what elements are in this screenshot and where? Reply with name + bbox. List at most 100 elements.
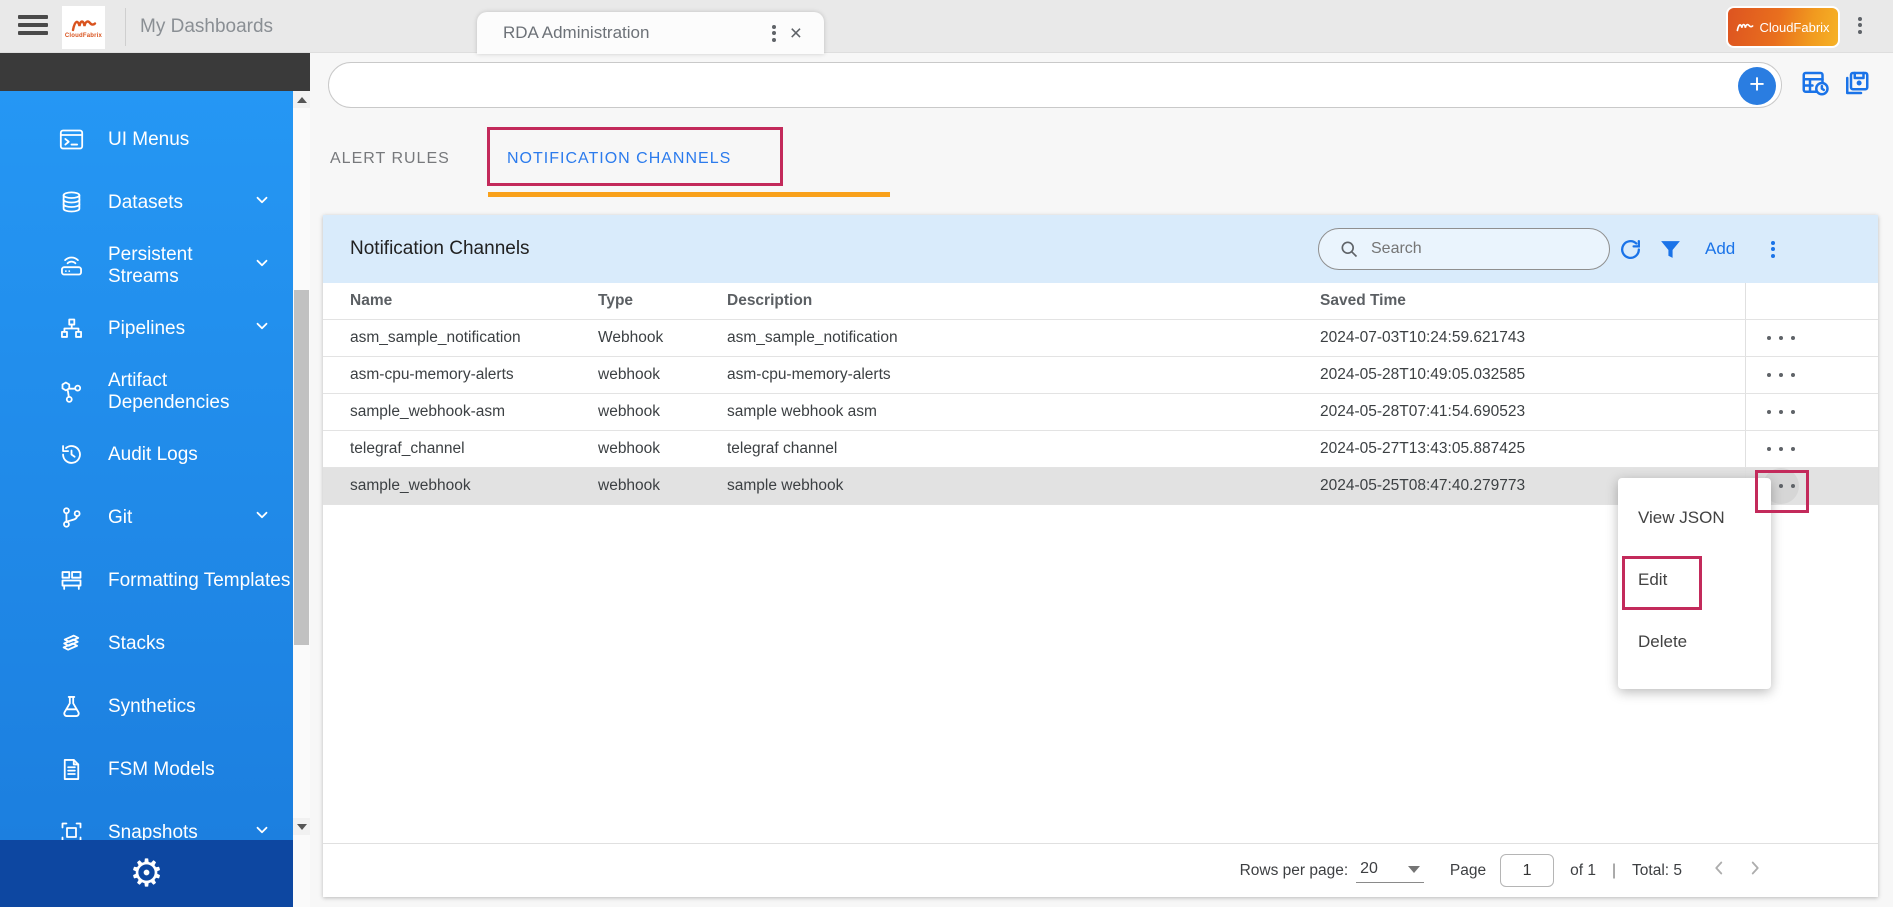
sidebar-footer: ⚙ <box>0 840 293 907</box>
menu-item-edit[interactable]: Edit <box>1618 549 1771 611</box>
chevron-down-icon[interactable] <box>253 821 271 840</box>
next-page-icon[interactable] <box>1744 857 1766 884</box>
column-header-name[interactable]: Name <box>323 292 598 310</box>
sidebar-item-persistent-streams[interactable]: Persistent Streams <box>0 234 293 297</box>
menu-item-view-json[interactable]: View JSON <box>1618 487 1771 549</box>
dashboard-search-bar[interactable]: + <box>328 62 1782 108</box>
panel-header: Notification Channels Add <box>323 215 1878 283</box>
table-row[interactable]: telegraf_channel webhook telegraf channe… <box>323 431 1878 468</box>
refresh-icon[interactable] <box>1618 237 1644 263</box>
sidebar-item-artifact-dependencies[interactable]: Artifact Dependencies <box>0 360 293 423</box>
page-of-label: of 1 <box>1570 862 1596 880</box>
cell-description: asm-cpu-memory-alerts <box>727 366 1320 384</box>
cell-saved-time: 2024-05-27T13:43:05.887425 <box>1320 440 1745 458</box>
row-actions-kebab-icon[interactable] <box>1763 431 1799 467</box>
sidebar-scrollbar[interactable] <box>293 91 310 907</box>
filter-icon[interactable] <box>1658 237 1684 263</box>
my-dashboards-label[interactable]: My Dashboards <box>140 0 273 53</box>
panel-search-input[interactable] <box>1371 240 1591 258</box>
tab-notification-channels[interactable]: NOTIFICATION CHANNELS <box>507 141 731 177</box>
dashboard-search-input[interactable] <box>353 65 1703 105</box>
table-row[interactable]: asm_sample_notification Webhook asm_samp… <box>323 320 1878 357</box>
row-actions-kebab-icon[interactable] <box>1763 394 1799 430</box>
sidebar-item-ui-menus[interactable]: UI Menus <box>0 108 293 171</box>
sidebar-item-audit-logs[interactable]: Audit Logs <box>0 423 293 486</box>
cloudfabrix-brand-glyph <box>1736 21 1754 33</box>
router-icon <box>58 252 85 279</box>
topbar-kebab-icon[interactable] <box>1858 14 1862 36</box>
cell-type: webhook <box>598 477 727 495</box>
cell-description: sample webhook <box>727 477 1320 495</box>
row-actions-kebab-icon[interactable] <box>1763 357 1799 393</box>
document-icon <box>58 756 85 783</box>
chevron-down-icon[interactable] <box>253 191 271 214</box>
sidebar-item-label: Stacks <box>108 633 293 655</box>
chevron-down-icon[interactable] <box>253 506 271 529</box>
page-label: Page <box>1450 862 1486 880</box>
sidebar-item-label: Datasets <box>108 192 253 214</box>
cell-saved-time: 2024-05-28T07:41:54.690523 <box>1320 403 1745 421</box>
cell-name: asm_sample_notification <box>323 329 598 347</box>
rows-per-page-select[interactable]: 20 <box>1356 858 1424 883</box>
previous-page-icon[interactable] <box>1708 857 1730 884</box>
git-branch-icon <box>58 504 85 531</box>
cell-description: asm_sample_notification <box>727 329 1320 347</box>
table-header-row: Name Type Description Saved Time <box>323 283 1878 320</box>
column-header-description[interactable]: Description <box>727 292 1320 310</box>
column-header-type[interactable]: Type <box>598 292 727 310</box>
rows-per-page-value: 20 <box>1360 860 1378 878</box>
sidebar-item-label: Snapshots <box>108 822 253 841</box>
dropdown-caret-icon <box>1408 866 1420 873</box>
scroll-up-icon[interactable] <box>293 91 310 108</box>
sidebar-item-formatting-templates[interactable]: Formatting Templates <box>0 549 293 612</box>
sidebar-item-pipelines[interactable]: Pipelines <box>0 297 293 360</box>
tab-close-icon[interactable]: × <box>790 23 802 44</box>
hamburger-menu-icon[interactable] <box>18 15 48 37</box>
database-icon <box>58 189 85 216</box>
top-bar: CloudFabrix My Dashboards RDA Administra… <box>0 0 1893 53</box>
scrollbar-thumb[interactable] <box>294 290 309 645</box>
menu-item-delete[interactable]: Delete <box>1618 611 1771 673</box>
chevron-down-icon[interactable] <box>253 317 271 340</box>
sidebar-item-label: UI Menus <box>108 129 293 151</box>
tab-alert-rules[interactable]: ALERT RULES <box>330 141 450 177</box>
sidebar-item-datasets[interactable]: Datasets <box>0 171 293 234</box>
topbar-divider <box>125 8 126 46</box>
cloudfabrix-brand-button[interactable]: CloudFabrix <box>1728 8 1838 46</box>
tab-options-kebab-icon[interactable] <box>772 22 776 44</box>
layers-icon <box>58 630 85 657</box>
cloudfabrix-logo[interactable]: CloudFabrix <box>62 6 105 49</box>
sidebar-item-label: Formatting Templates <box>108 570 293 592</box>
save-copy-icon[interactable] <box>1841 68 1871 98</box>
sidebar-item-label: Artifact Dependencies <box>108 370 293 414</box>
sidebar-item-snapshots[interactable]: Snapshots <box>0 801 293 840</box>
table-clock-icon[interactable] <box>1800 68 1830 98</box>
cell-name: asm-cpu-memory-alerts <box>323 366 598 384</box>
row-context-menu: View JSON Edit Delete <box>1618 478 1771 689</box>
column-header-saved-time[interactable]: Saved Time <box>1320 292 1745 310</box>
scroll-down-icon[interactable] <box>293 818 310 835</box>
cell-name: sample_webhook <box>323 477 598 495</box>
gear-icon[interactable]: ⚙ <box>129 855 163 893</box>
pipeline-nodes-icon <box>58 315 85 342</box>
page-number-input[interactable] <box>1500 854 1554 887</box>
row-actions-kebab-icon[interactable] <box>1763 320 1799 356</box>
sidebar-item-fsm-models[interactable]: FSM Models <box>0 738 293 801</box>
sidebar-item-synthetics[interactable]: Synthetics <box>0 675 293 738</box>
add-button[interactable]: Add <box>1705 239 1735 259</box>
sidebar-item-label: Git <box>108 507 253 529</box>
cloudfabrix-logo-glyph <box>71 17 97 33</box>
rda-administration-tab[interactable]: RDA Administration × <box>477 12 824 54</box>
table-row[interactable]: sample_webhook-asm webhook sample webhoo… <box>323 394 1878 431</box>
sidebar-item-stacks[interactable]: Stacks <box>0 612 293 675</box>
cell-type: Webhook <box>598 329 727 347</box>
flask-icon <box>58 693 85 720</box>
panel-search-box[interactable] <box>1318 228 1610 270</box>
add-dashboard-button[interactable]: + <box>1738 67 1776 105</box>
panel-kebab-icon[interactable] <box>1771 238 1775 260</box>
pagination-bar: Rows per page: 20 Page of 1 | Total: 5 <box>323 843 1878 897</box>
table-row[interactable]: asm-cpu-memory-alerts webhook asm-cpu-me… <box>323 357 1878 394</box>
sidebar-item-git[interactable]: Git <box>0 486 293 549</box>
cell-type: webhook <box>598 366 727 384</box>
chevron-down-icon[interactable] <box>253 254 271 277</box>
